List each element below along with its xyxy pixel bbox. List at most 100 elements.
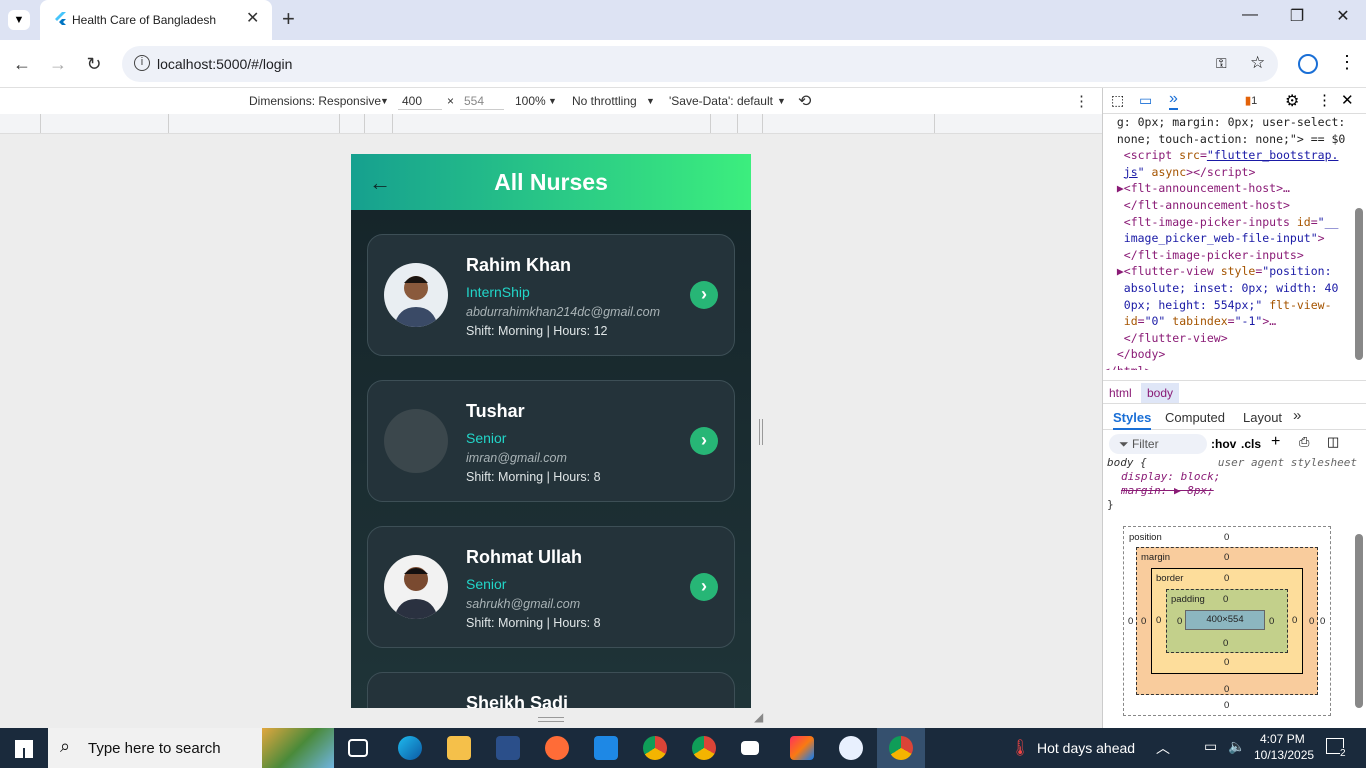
more-tabs-icon[interactable]: » bbox=[1293, 407, 1301, 424]
throttle-select[interactable]: No throttling bbox=[572, 94, 637, 108]
css-rule[interactable]: body { user agent stylesheet display: bl… bbox=[1107, 456, 1357, 512]
close-tab-icon[interactable]: ✕ bbox=[246, 8, 259, 28]
nurse-name: Tushar bbox=[466, 401, 525, 421]
more-options-icon[interactable]: ⋮ bbox=[1074, 92, 1089, 110]
chevron-down-icon: ▼ bbox=[777, 96, 786, 106]
network-icon[interactable]: ▭ bbox=[1204, 738, 1217, 755]
chrome-icon[interactable] bbox=[889, 736, 913, 760]
video-icon[interactable] bbox=[741, 741, 759, 755]
chevron-up-icon[interactable]: ︿ bbox=[1156, 738, 1170, 758]
devtools-scrollbar[interactable] bbox=[1355, 208, 1363, 360]
chevron-right-icon[interactable]: › bbox=[690, 573, 718, 601]
settings-gear-icon[interactable]: ⚙ bbox=[1285, 91, 1299, 111]
vscode-icon[interactable] bbox=[594, 736, 618, 760]
sidebar-toggle-icon[interactable]: ◫ bbox=[1327, 434, 1339, 450]
intellij-icon[interactable] bbox=[790, 736, 814, 760]
weather-text[interactable]: Hot days ahead bbox=[1037, 740, 1135, 756]
box-position-top: 0 bbox=[1224, 532, 1230, 543]
clock-date[interactable]: 10/13/2025 bbox=[1254, 748, 1314, 762]
site-info-icon[interactable]: i bbox=[134, 55, 150, 71]
nurse-card[interactable]: Tushar Senior imran@gmail.com Shift: Mor… bbox=[367, 380, 735, 502]
restore-icon[interactable]: ❐ bbox=[1282, 6, 1312, 26]
nurse-list[interactable]: Rahim Khan InternShip abdurrahimkhan214d… bbox=[351, 210, 751, 708]
address-bar[interactable]: i localhost:5000/#/login ⚿ ☆ bbox=[122, 46, 1278, 82]
chevron-right-icon[interactable]: › bbox=[690, 281, 718, 309]
dimensions-select[interactable]: Dimensions: Responsive bbox=[249, 94, 381, 108]
add-rule-icon[interactable]: + bbox=[1271, 433, 1280, 451]
app-icon[interactable] bbox=[496, 736, 520, 760]
nurse-name: Sheikh Sadi bbox=[466, 693, 569, 708]
height-input[interactable]: 554 bbox=[460, 92, 504, 110]
password-key-icon[interactable]: ⚿ bbox=[1216, 55, 1227, 72]
tab-search-chevron-icon[interactable]: ▼ bbox=[8, 10, 30, 30]
new-tab-plus-icon[interactable]: + bbox=[282, 6, 295, 32]
taskbar-search-input[interactable]: ⌕ Type here to search bbox=[48, 728, 334, 768]
edge-icon[interactable] bbox=[398, 736, 422, 760]
windows-start-icon[interactable] bbox=[15, 740, 33, 758]
border-left: 0 bbox=[1156, 615, 1162, 626]
crumb-html[interactable]: html bbox=[1109, 386, 1132, 400]
search-placeholder: Type here to search bbox=[88, 740, 221, 757]
device-toggle-icon[interactable]: ▭ bbox=[1139, 92, 1152, 109]
cls-toggle[interactable]: .cls bbox=[1241, 437, 1261, 451]
styles-scrollbar[interactable] bbox=[1355, 534, 1363, 708]
nurse-shift: Shift: Morning | Hours: 8 bbox=[466, 616, 601, 630]
paint-icon[interactable]: ⎙ bbox=[1299, 434, 1309, 450]
chevron-right-icon[interactable]: › bbox=[690, 427, 718, 455]
browser-tab[interactable]: Health Care of Bangladesh ✕ bbox=[40, 0, 272, 40]
android-studio-icon[interactable] bbox=[839, 736, 863, 760]
nurse-card[interactable]: Sheikh Sadi bbox=[367, 672, 735, 708]
bottom-resize-handle[interactable] bbox=[538, 717, 564, 722]
profile-avatar-icon[interactable] bbox=[1298, 54, 1318, 74]
inspect-element-icon[interactable]: ⬚ bbox=[1111, 92, 1124, 109]
close-devtools-icon[interactable]: ✕ bbox=[1341, 91, 1354, 109]
margin-right: 0 bbox=[1309, 616, 1315, 627]
side-resize-handle[interactable] bbox=[759, 419, 763, 445]
rule-display: display: block; bbox=[1121, 470, 1221, 483]
close-window-icon[interactable]: ✕ bbox=[1328, 6, 1358, 26]
chrome-profile-icon[interactable] bbox=[692, 736, 716, 760]
box-position-bottom: 0 bbox=[1224, 700, 1230, 711]
nurse-app: ← All Nurses Rahim Khan InternShip abdur… bbox=[351, 154, 751, 708]
issues-icon[interactable]: ▮1 bbox=[1245, 94, 1257, 107]
save-data-select[interactable]: 'Save-Data': default bbox=[669, 94, 773, 108]
tab-computed[interactable]: Computed bbox=[1165, 410, 1225, 425]
chrome-profile-icon[interactable] bbox=[643, 736, 667, 760]
padding-top: 0 bbox=[1223, 594, 1229, 605]
more-tabs-icon[interactable]: » bbox=[1169, 90, 1178, 110]
file-explorer-icon[interactable] bbox=[447, 736, 471, 760]
forward-arrow-icon[interactable]: → bbox=[48, 54, 68, 74]
clock-time[interactable]: 4:07 PM bbox=[1260, 732, 1305, 746]
task-view-icon[interactable] bbox=[348, 739, 368, 757]
rotate-icon[interactable]: ⟲ bbox=[798, 91, 811, 111]
rule-selector: body { bbox=[1107, 456, 1147, 469]
nurse-card[interactable]: Rohmat Ullah Senior sahrukh@gmail.com Sh… bbox=[367, 526, 735, 648]
corner-resize-icon[interactable]: ◢ bbox=[754, 710, 763, 724]
margin-bottom: 0 bbox=[1224, 684, 1230, 695]
minimize-icon[interactable]: — bbox=[1235, 6, 1265, 24]
url-text: localhost:5000/#/login bbox=[157, 56, 293, 72]
times-icon: × bbox=[447, 94, 455, 108]
hov-toggle[interactable]: :hov bbox=[1211, 437, 1236, 451]
crumb-body[interactable]: body bbox=[1141, 383, 1180, 403]
rule-margin: margin: ▶ 8px; bbox=[1121, 484, 1214, 497]
tab-styles[interactable]: Styles bbox=[1113, 410, 1152, 430]
volume-icon[interactable]: 🔈 bbox=[1228, 738, 1245, 755]
padding-right: 0 bbox=[1269, 616, 1275, 627]
width-input[interactable]: 400 bbox=[398, 92, 442, 110]
search-icon: ⌕ bbox=[60, 736, 71, 756]
filter-input[interactable]: ⏷ Filter bbox=[1109, 434, 1207, 454]
bookmark-star-icon[interactable]: ☆ bbox=[1250, 53, 1265, 73]
tab-layout[interactable]: Layout bbox=[1243, 410, 1282, 425]
reload-icon[interactable]: ↻ bbox=[84, 54, 104, 74]
nurse-email: abdurrahimkhan214dc@gmail.com bbox=[466, 305, 661, 319]
back-arrow-icon[interactable]: ← bbox=[12, 54, 32, 74]
nurse-card[interactable]: Rahim Khan InternShip abdurrahimkhan214d… bbox=[367, 234, 735, 356]
zoom-select[interactable]: 100% bbox=[515, 94, 546, 108]
nurse-name: Rahim Khan bbox=[466, 255, 572, 275]
devtools-menu-icon[interactable]: ⋮ bbox=[1317, 91, 1332, 109]
postman-icon[interactable] bbox=[545, 736, 569, 760]
nurse-shift: Shift: Morning | Hours: 12 bbox=[466, 324, 608, 338]
elements-tree[interactable]: g: 0px; margin: 0px; user-select: none; … bbox=[1103, 114, 1355, 370]
browser-menu-icon[interactable]: ⋮ bbox=[1338, 52, 1356, 73]
